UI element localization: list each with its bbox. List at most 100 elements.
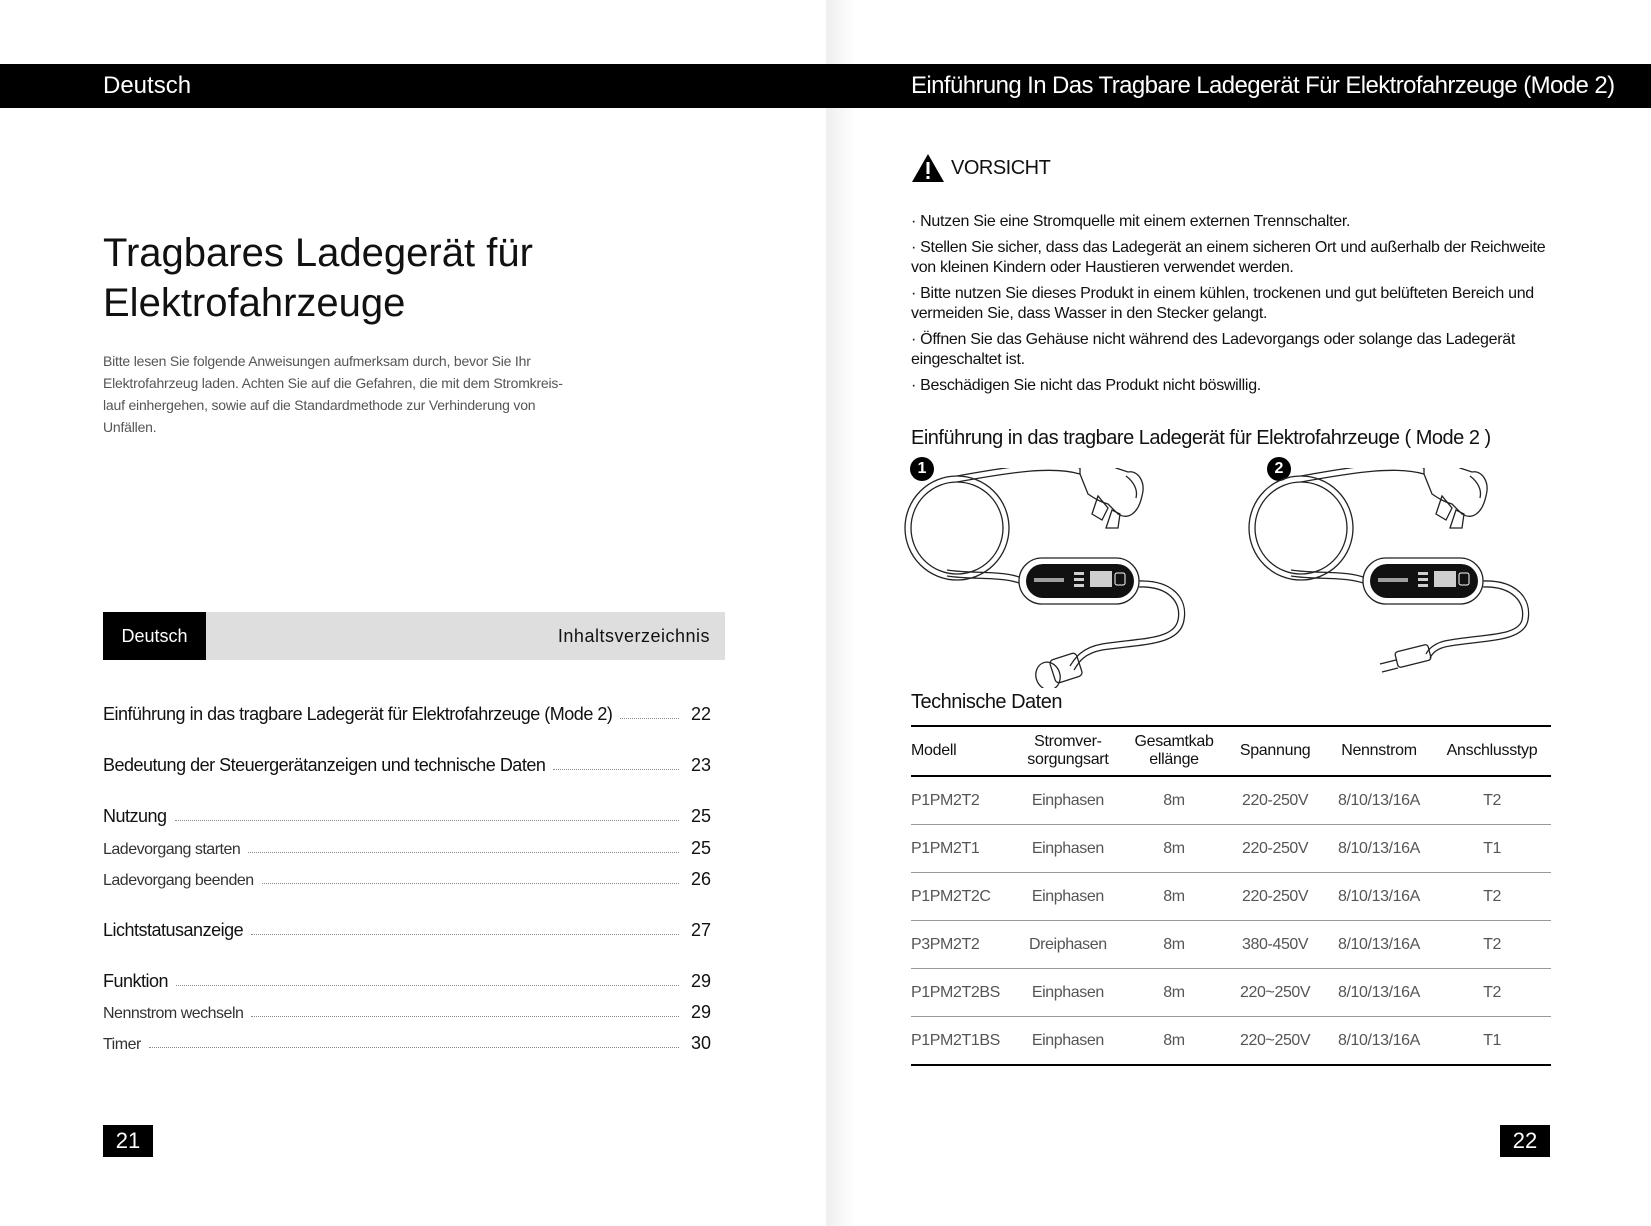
caution-label: VORSICHT <box>951 156 1051 179</box>
table-cell: Einphasen <box>1013 824 1123 873</box>
toc-subentry[interactable]: Timer 30 <box>103 1033 711 1054</box>
toc-leader-dots <box>174 820 679 821</box>
table-cell: Einphasen <box>1031 1031 1104 1049</box>
table-cell: 8/10/13/16A <box>1324 776 1434 825</box>
left-header-text: Deutsch <box>103 72 192 99</box>
table-cell: T1 <box>1433 824 1551 873</box>
intro-paragraph: Bitte lesen Sie folgende Anweisungen auf… <box>103 350 563 438</box>
intro-subtitle: Einführung in das tragbare Ladegerät für… <box>911 427 1491 449</box>
table-row: P1PM2T2BS Einphasen 8m 220~250V 8/10/13/… <box>911 968 1551 1017</box>
toc-entry[interactable]: Lichtstatusanzeige 27 <box>103 920 711 941</box>
main-title: Tragbares Ladegerät für Elektrofahrzeuge <box>103 228 663 328</box>
book-spine-shadow <box>826 0 856 1226</box>
table-cell: 220-250V <box>1225 824 1325 873</box>
table-cell: 8m <box>1163 1031 1185 1049</box>
column-header: Stromver-sorgungsart <box>1013 726 1123 777</box>
toc-leader-dots <box>176 985 679 986</box>
intro-line: Elektrofahrzeug laden. Achten Sie auf di… <box>103 375 563 391</box>
toc-entry[interactable]: Einführung in das tragbare Ladegerät für… <box>103 704 711 725</box>
toc-entry-page: 26 <box>690 869 711 889</box>
charger-illustration-schuko-plug <box>1248 468 1530 673</box>
toc-leader-dots <box>251 934 679 935</box>
column-header: Nennstrom <box>1324 726 1434 777</box>
table-cell: T2 <box>1433 920 1551 969</box>
table-cell: 8/10/13/16A <box>1324 824 1434 873</box>
table-cell: P1PM2T1BS <box>911 1031 1000 1049</box>
table-row: P1PM2T2C Einphasen 8m 220-250V 8/10/13/1… <box>911 872 1551 921</box>
toc-entry-label: Nutzung <box>103 806 167 826</box>
table-cell: 8m <box>1122 872 1226 921</box>
tech-data-title: Technische Daten <box>911 691 1062 713</box>
table-cell: 8m <box>1122 824 1226 873</box>
table-cell: P3PM2T2 <box>911 920 1014 969</box>
toc-leader-dots <box>553 769 679 770</box>
toc-title: Inhaltsverzeichnis <box>557 626 710 646</box>
toc-entry-page: 29 <box>690 1002 711 1022</box>
spec-table-header-row: Modell Stromver-sorgungsart Gesamtkab ell… <box>911 726 1551 777</box>
table-cell: Einphasen <box>1013 968 1123 1017</box>
table-cell: P1PM2T2BS <box>911 968 1014 1017</box>
column-header: Spannung <box>1225 726 1325 777</box>
toc-language-tab: Deutsch <box>103 612 206 660</box>
caution-heading: VORSICHT <box>911 150 1051 186</box>
toc-entry[interactable]: Funktion 29 <box>103 971 711 992</box>
toc-entry-page: 25 <box>690 806 711 826</box>
table-cell: P1PM2T1 <box>911 824 1014 873</box>
toc-entry-page: 29 <box>690 971 711 991</box>
table-cell: Dreiphasen <box>1013 920 1123 969</box>
table-cell: 220~250V <box>1240 1031 1311 1049</box>
table-cell: 220~250V <box>1225 968 1325 1017</box>
toc-entry-label: Ladevorgang starten <box>103 841 241 858</box>
toc-entry[interactable]: Nutzung 25 <box>103 806 711 827</box>
toc-leader-dots <box>148 1047 679 1048</box>
column-header: Anschlusstyp <box>1433 726 1551 777</box>
intro-line: Bitte lesen Sie folgende Anweisungen auf… <box>103 353 531 369</box>
table-row: P3PM2T2 Dreiphasen 8m 380-450V 8/10/13/1… <box>911 920 1551 969</box>
warning-triangle-icon <box>912 154 944 182</box>
caution-list: · Nutzen Sie eine Stromquelle mit einem … <box>911 212 1561 402</box>
toc-entry-page: 27 <box>690 920 711 940</box>
toc-leader-dots <box>248 852 679 853</box>
left-header-bar: Deutsch <box>0 64 826 108</box>
toc-entry-page: 25 <box>690 838 711 858</box>
toc-leader-dots <box>251 1016 679 1017</box>
toc-entry-label: Timer <box>103 1036 141 1053</box>
table-cell: 8m <box>1122 776 1226 825</box>
toc-entry-label: Funktion <box>103 971 169 991</box>
right-header-text: Einführung In Das Tragbare Ladegerät Für… <box>911 72 1615 99</box>
column-header: Gesamtkab ellänge <box>1122 726 1226 777</box>
toc-entry-page: 22 <box>690 704 711 724</box>
table-cell: T1 <box>1483 1031 1501 1049</box>
main-title-line1: Tragbares Ladegerät für <box>103 231 533 275</box>
toc-header: Deutsch Inhaltsverzeichnis <box>103 612 725 660</box>
table-cell: T2 <box>1433 776 1551 825</box>
table-cell: 8/10/13/16A <box>1324 920 1434 969</box>
toc-subentry[interactable]: Nennstrom wechseln 29 <box>103 1002 711 1023</box>
caution-item: · Bitte nutzen Sie dieses Produkt in ein… <box>911 285 1534 322</box>
table-row: P1PM2T1 Einphasen 8m 220-250V 8/10/13/16… <box>911 824 1551 873</box>
charger-illustration-cee-plug <box>904 468 1186 688</box>
table-cell: 8/10/13/16A <box>1324 968 1434 1017</box>
toc-leader-dots <box>261 883 679 884</box>
table-cell: P1PM2T2 <box>911 776 1014 825</box>
table-cell: T2 <box>1433 968 1551 1017</box>
page-number-left: 21 <box>103 1125 153 1157</box>
toc-subentry[interactable]: Ladevorgang beenden 26 <box>103 869 711 890</box>
toc-entry-label: Ladevorgang beenden <box>103 872 254 889</box>
table-cell: 220-250V <box>1225 776 1325 825</box>
caution-item: · Öffnen Sie das Gehäuse nicht während d… <box>911 331 1515 368</box>
caution-item: · Nutzen Sie eine Stromquelle mit einem … <box>911 213 1351 230</box>
toc-entry-label: Lichtstatusanzeige <box>103 920 244 940</box>
toc-entry-page: 30 <box>690 1033 711 1053</box>
spec-table: Modell Stromver-sorgungsart Gesamtkab ell… <box>911 725 1551 1066</box>
table-cell: P1PM2T2C <box>911 872 1014 921</box>
table-cell: T2 <box>1433 872 1551 921</box>
toc-leader-dots <box>620 718 679 719</box>
table-cell: Einphasen <box>1013 776 1123 825</box>
right-header-bar: Einführung In Das Tragbare Ladegerät Für… <box>826 64 1651 108</box>
page-number-right: 22 <box>1500 1125 1550 1157</box>
table-cell: 8m <box>1122 920 1226 969</box>
toc-subentry[interactable]: Ladevorgang starten 25 <box>103 838 711 859</box>
toc-entry[interactable]: Bedeutung der Steuergerätanzeigen und te… <box>103 755 711 776</box>
table-cell: 220-250V <box>1225 872 1325 921</box>
